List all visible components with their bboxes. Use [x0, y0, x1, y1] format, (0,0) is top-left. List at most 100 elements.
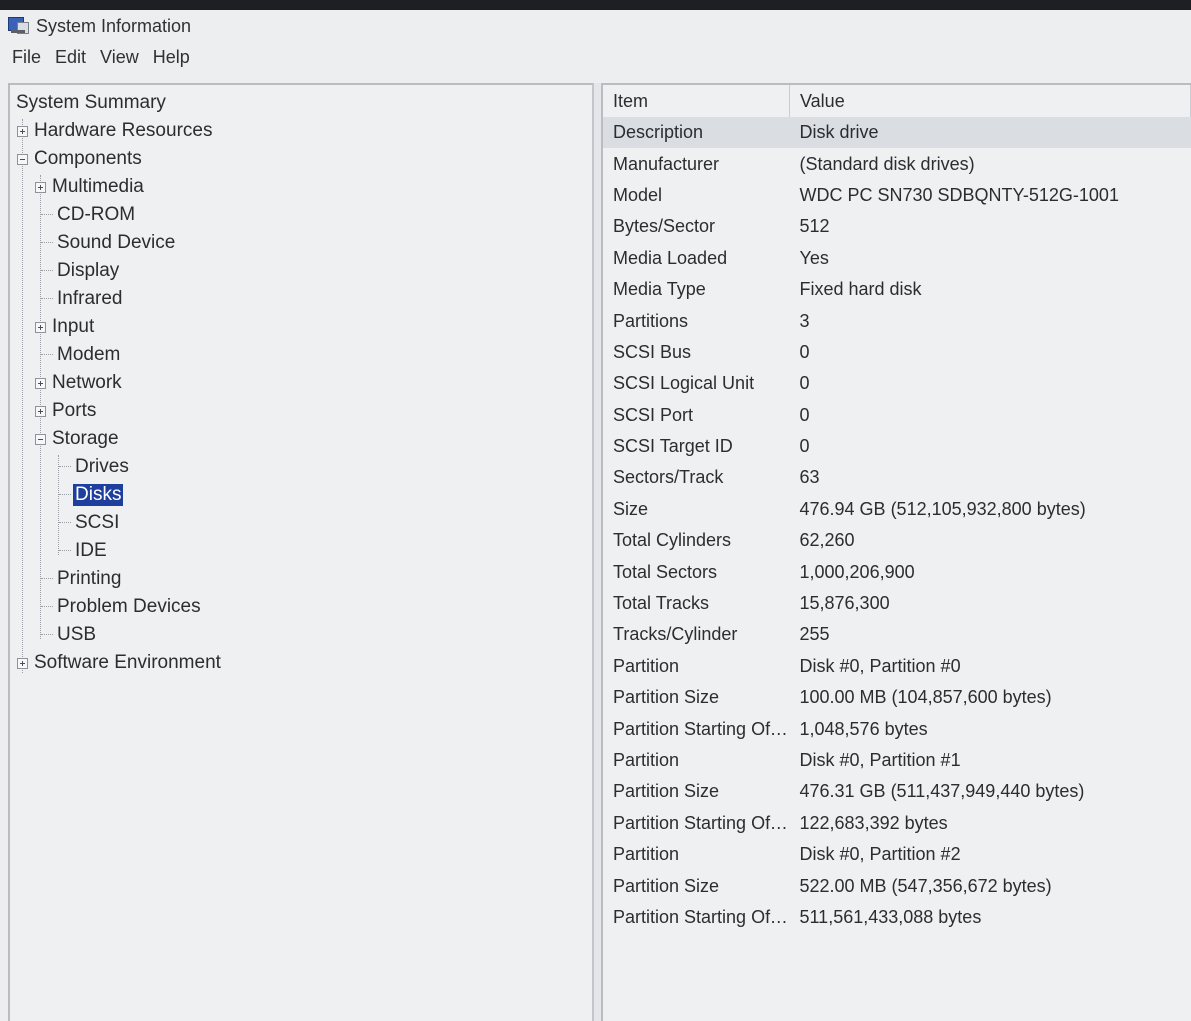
- table-row[interactable]: SCSI Logical Unit 0: [603, 368, 1191, 399]
- table-row[interactable]: Media Loaded Yes: [603, 243, 1191, 274]
- value-cell: 100.00 MB (104,857,600 bytes): [799, 687, 1052, 708]
- table-row[interactable]: Total Sectors 1,000,206,900: [603, 556, 1191, 587]
- item-cell: Partition Starting Off...: [613, 718, 790, 739]
- system-information-icon: [8, 17, 29, 35]
- table-row[interactable]: Description Disk drive: [603, 117, 1191, 149]
- item-cell: Total Sectors: [613, 561, 718, 582]
- value-cell: 0: [799, 404, 810, 425]
- item-cell: Partition: [613, 655, 680, 676]
- column-header-item[interactable]: Item: [603, 85, 790, 117]
- tree-item-components[interactable]: Components: [10, 145, 592, 173]
- table-row[interactable]: Partitions 3: [603, 305, 1191, 336]
- table-row[interactable]: Size 476.94 GB (512,105,932,800 bytes): [603, 494, 1191, 525]
- table-row[interactable]: Partition Disk #0, Partition #2: [603, 839, 1191, 870]
- tree-label: Drives: [75, 456, 129, 477]
- pane-splitter[interactable]: [594, 83, 601, 1021]
- tree-item-drives[interactable]: Drives: [10, 453, 592, 481]
- table-row[interactable]: Media Type Fixed hard disk: [603, 274, 1191, 305]
- value-cell: 122,683,392 bytes: [799, 812, 948, 833]
- value-cell: 255: [799, 624, 830, 645]
- tree-label: Hardware Resources: [34, 120, 213, 141]
- tree-label: SCSI: [75, 512, 120, 533]
- menu-edit[interactable]: Edit: [55, 47, 86, 68]
- item-cell: Description: [603, 117, 790, 149]
- tree-label: Modem: [57, 344, 121, 365]
- table-row[interactable]: Partition Starting Off... 122,683,392 byt…: [603, 808, 1191, 839]
- details-pane: Item Value Description Disk drive Manufact…: [601, 83, 1191, 1021]
- table-row[interactable]: SCSI Port 0: [603, 400, 1191, 431]
- tree-item-usb[interactable]: USB: [10, 621, 592, 649]
- tree-item-cd-rom[interactable]: CD-ROM: [10, 201, 592, 229]
- details-body: Description Disk drive Manufacturer (Standa…: [603, 117, 1191, 933]
- tree-item-sound-device[interactable]: Sound Device: [10, 229, 592, 257]
- tree-item-disks[interactable]: Disks: [10, 481, 592, 509]
- main-content: System Summary Hardware Resources Compon…: [8, 83, 1191, 1021]
- table-row[interactable]: Total Tracks 15,876,300: [603, 588, 1191, 619]
- value-cell: Disk drive: [789, 117, 1191, 149]
- table-row[interactable]: Partition Starting Off... 511,561,433,088…: [603, 902, 1191, 933]
- collapse-icon[interactable]: [35, 433, 46, 445]
- tree-item-display[interactable]: Display: [10, 257, 592, 285]
- tree-label: Components: [34, 148, 142, 169]
- table-row[interactable]: Partition Disk #0, Partition #1: [603, 745, 1191, 776]
- item-cell: Total Cylinders: [613, 530, 732, 551]
- tree-label: IDE: [75, 540, 107, 561]
- table-row[interactable]: Partition Starting Off... 1,048,576 bytes: [603, 713, 1191, 744]
- details-header-row: Item Value: [603, 85, 1191, 117]
- tree-item-storage[interactable]: Storage: [10, 425, 592, 453]
- menu-view[interactable]: View: [100, 47, 139, 68]
- tree-item-infrared[interactable]: Infrared: [10, 285, 592, 313]
- menu-file[interactable]: File: [12, 47, 41, 68]
- item-cell: Bytes/Sector: [613, 216, 716, 237]
- table-row[interactable]: Partition Size 476.31 GB (511,437,949,440…: [603, 776, 1191, 807]
- tree-item-system-summary[interactable]: System Summary: [10, 89, 592, 117]
- system-information-window: System Information File Edit View Help S…: [0, 10, 1191, 1021]
- column-header-value[interactable]: Value: [789, 85, 1191, 117]
- table-row[interactable]: Tracks/Cylinder 255: [603, 619, 1191, 650]
- expand-icon[interactable]: [35, 405, 46, 417]
- table-row[interactable]: Bytes/Sector 512: [603, 211, 1191, 242]
- item-cell: Tracks/Cylinder: [613, 624, 738, 645]
- tree-label: Input: [52, 316, 95, 337]
- tree-item-ide[interactable]: IDE: [10, 537, 592, 565]
- expand-icon[interactable]: [17, 657, 28, 669]
- table-row[interactable]: Manufacturer (Standard disk drives): [603, 148, 1191, 179]
- tree-item-modem[interactable]: Modem: [10, 341, 592, 369]
- tree-item-software-environment[interactable]: Software Environment: [10, 649, 592, 677]
- tree-item-printing[interactable]: Printing: [10, 565, 592, 593]
- table-row[interactable]: SCSI Target ID 0: [603, 431, 1191, 462]
- table-row[interactable]: Total Cylinders 62,260: [603, 525, 1191, 556]
- expand-icon[interactable]: [17, 125, 28, 137]
- expand-icon[interactable]: [35, 377, 46, 389]
- table-row[interactable]: Partition Size 522.00 MB (547,356,672 byt…: [603, 870, 1191, 901]
- table-row[interactable]: Partition Size 100.00 MB (104,857,600 byt…: [603, 682, 1191, 713]
- value-cell: 63: [799, 467, 820, 488]
- item-cell: SCSI Port: [613, 404, 694, 425]
- item-cell: SCSI Target ID: [613, 436, 733, 457]
- expand-icon[interactable]: [35, 181, 46, 193]
- table-row[interactable]: Model WDC PC SN730 SDBQNTY-512G-1001: [603, 180, 1191, 211]
- tree-label: System Summary: [16, 92, 166, 113]
- tree-item-network[interactable]: Network: [10, 369, 592, 397]
- menu-help[interactable]: Help: [153, 47, 190, 68]
- menu-bar: File Edit View Help: [0, 42, 1191, 72]
- expand-icon[interactable]: [35, 321, 46, 333]
- tree-item-multimedia[interactable]: Multimedia: [10, 173, 592, 201]
- value-cell: 0: [799, 373, 810, 394]
- tree-item-ports[interactable]: Ports: [10, 397, 592, 425]
- tree-item-input[interactable]: Input: [10, 313, 592, 341]
- value-cell: 511,561,433,088 bytes: [799, 906, 982, 927]
- item-cell: Partition Starting Off...: [613, 906, 790, 927]
- category-tree: System Summary Hardware Resources Compon…: [8, 83, 594, 1021]
- table-row[interactable]: Sectors/Track 63: [603, 462, 1191, 493]
- tree-item-problem-devices[interactable]: Problem Devices: [10, 593, 592, 621]
- item-cell: Media Loaded: [613, 247, 728, 268]
- tree-item-hardware-resources[interactable]: Hardware Resources: [10, 117, 592, 145]
- item-cell: Total Tracks: [613, 593, 710, 614]
- tree-label-selected: Disks: [73, 484, 124, 506]
- collapse-icon[interactable]: [17, 153, 28, 165]
- table-row[interactable]: SCSI Bus 0: [603, 337, 1191, 368]
- tree-item-scsi[interactable]: SCSI: [10, 509, 592, 537]
- table-row[interactable]: Partition Disk #0, Partition #0: [603, 651, 1191, 682]
- value-cell: 1,048,576 bytes: [799, 718, 928, 739]
